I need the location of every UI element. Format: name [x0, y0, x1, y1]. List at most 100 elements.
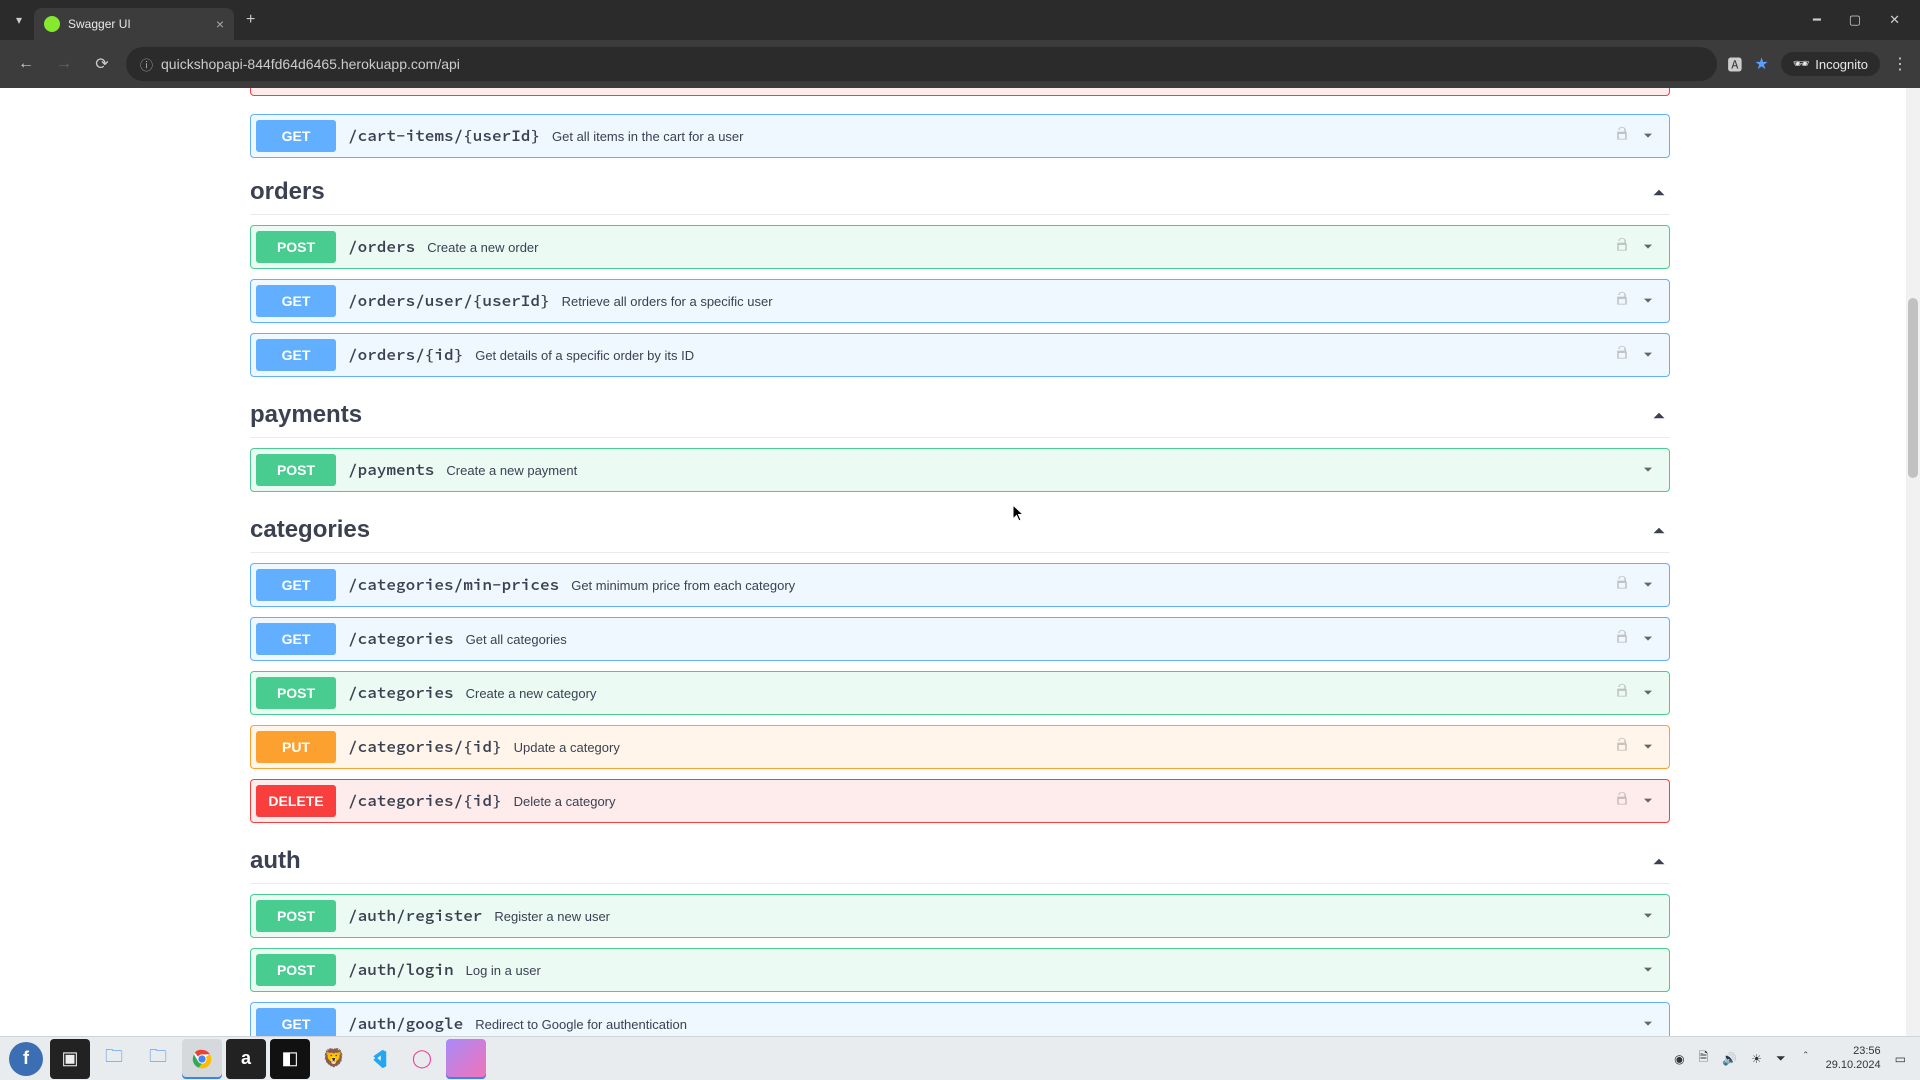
incognito-badge[interactable]: 🕶 Incognito	[1781, 52, 1880, 76]
chevron-up-icon[interactable]	[1648, 850, 1670, 872]
window-maximize-button[interactable]: ▢	[1843, 10, 1867, 30]
opblock-post-auth-login[interactable]: POST/auth/loginLog in a user	[250, 948, 1670, 992]
opblock-delete-categories--id-[interactable]: DELETE/categories/{id}Delete a category	[250, 779, 1670, 823]
site-info-icon[interactable]: ⓘ	[140, 55, 153, 74]
nav-reload-button[interactable]: ⟳	[88, 50, 116, 78]
tag-header-auth[interactable]: auth	[250, 837, 1670, 884]
endpoint-desc: Get all items in the cart for a user	[552, 129, 743, 144]
method-badge: POST	[256, 454, 336, 486]
chevron-down-icon[interactable]	[1640, 631, 1656, 647]
tag-title: orders	[250, 178, 325, 206]
opblock-post-payments[interactable]: POST/paymentsCreate a new payment	[250, 448, 1670, 492]
tray-clock[interactable]: 23:56 29.10.2024	[1826, 1045, 1881, 1073]
window-minimize-button[interactable]: ━	[1807, 10, 1827, 30]
taskbar-app-palette[interactable]	[446, 1039, 486, 1079]
auth-lock-icon[interactable]	[1614, 682, 1630, 705]
method-badge: POST	[256, 677, 336, 709]
auth-lock-icon[interactable]	[1614, 736, 1630, 759]
window-close-button[interactable]: ✕	[1883, 10, 1906, 30]
tray-brightness-icon[interactable]: ☀	[1751, 1052, 1762, 1066]
scrollbar-thumb[interactable]	[1908, 298, 1918, 478]
tray-record-icon[interactable]: ◉	[1674, 1052, 1684, 1066]
endpoint-desc: Update a category	[514, 740, 620, 755]
chevron-down-icon[interactable]	[1640, 293, 1656, 309]
tray-volume-icon[interactable]: 🔊	[1722, 1052, 1737, 1066]
method-badge: GET	[256, 120, 336, 152]
browser-tab-active[interactable]: Swagger UI ×	[34, 8, 234, 40]
taskbar-files-1[interactable]: 🗀	[94, 1039, 134, 1079]
auth-lock-icon[interactable]	[1614, 290, 1630, 313]
chevron-down-icon[interactable]	[1640, 908, 1656, 924]
taskbar-app-circle[interactable]: ◯	[402, 1039, 442, 1079]
opblock-get-orders--id-[interactable]: GET/orders/{id}Get details of a specific…	[250, 333, 1670, 377]
method-badge: POST	[256, 954, 336, 986]
chevron-down-icon[interactable]	[1640, 462, 1656, 478]
browser-titlebar: ▾ Swagger UI × + ━ ▢ ✕	[0, 0, 1920, 40]
translate-icon[interactable]: 🅰	[1727, 54, 1742, 75]
taskbar-files-2[interactable]: 🗀	[138, 1039, 178, 1079]
tab-title: Swagger UI	[68, 17, 131, 31]
endpoint-desc: Create a new category	[466, 686, 597, 701]
auth-lock-icon[interactable]	[1614, 628, 1630, 651]
endpoint-path: /categories	[336, 683, 466, 703]
opblock-post-auth-register[interactable]: POST/auth/registerRegister a new user	[250, 894, 1670, 938]
chevron-down-icon[interactable]	[1640, 347, 1656, 363]
endpoint-desc: Get minimum price from each category	[571, 578, 795, 593]
chevron-up-icon[interactable]	[1648, 181, 1670, 203]
url-input[interactable]: ⓘ quickshopapi-844fd64d6465.herokuapp.co…	[126, 47, 1717, 81]
tag-header-payments[interactable]: payments	[250, 391, 1670, 438]
vertical-scrollbar[interactable]	[1906, 88, 1920, 1036]
page-viewport: GET /cart-items/{userId} Get all items i…	[0, 88, 1920, 1036]
tray-chevron-icon[interactable]: ＾	[1800, 1050, 1812, 1067]
fedora-start-button[interactable]: f	[6, 1039, 46, 1079]
chevron-down-icon[interactable]	[1640, 239, 1656, 255]
auth-lock-icon[interactable]	[1614, 344, 1630, 367]
taskbar-chrome[interactable]	[182, 1039, 222, 1079]
opblock-post-orders[interactable]: POST/ordersCreate a new order	[250, 225, 1670, 269]
nav-back-button[interactable]: ←	[12, 50, 40, 78]
auth-lock-icon[interactable]	[1614, 790, 1630, 813]
endpoint-path: /categories/{id}	[336, 791, 514, 811]
taskbar-vscode[interactable]	[358, 1039, 398, 1079]
bookmark-icon[interactable]: ★	[1754, 54, 1768, 74]
tray-network-icon[interactable]: ⏷	[1776, 1051, 1786, 1066]
opblock-partial-top[interactable]	[250, 88, 1670, 96]
chevron-down-icon[interactable]	[1640, 793, 1656, 809]
tag-header-categories[interactable]: categories	[250, 506, 1670, 553]
close-tab-icon[interactable]: ×	[216, 16, 224, 32]
opblock-cart-items-userid[interactable]: GET /cart-items/{userId} Get all items i…	[250, 114, 1670, 158]
browser-menu-button[interactable]: ⋮	[1892, 54, 1908, 74]
chevron-up-icon[interactable]	[1648, 519, 1670, 541]
chevron-up-icon[interactable]	[1648, 404, 1670, 426]
chevron-down-icon[interactable]	[1640, 1016, 1656, 1032]
endpoint-path: /auth/google	[336, 1014, 475, 1034]
endpoint-path: /orders	[336, 237, 427, 257]
taskbar-app-square[interactable]: ◧	[270, 1039, 310, 1079]
tray-battery-icon[interactable]: 🗎	[1699, 1048, 1709, 1069]
chevron-down-icon[interactable]	[1640, 739, 1656, 755]
tab-search-dropdown[interactable]: ▾	[8, 9, 30, 31]
opblock-put-categories--id-[interactable]: PUT/categories/{id}Update a category	[250, 725, 1670, 769]
auth-lock-icon[interactable]	[1614, 574, 1630, 597]
nav-forward-button[interactable]: →	[50, 50, 78, 78]
taskbar-app-a[interactable]: a	[226, 1039, 266, 1079]
opblock-get-auth-google[interactable]: GET/auth/googleRedirect to Google for au…	[250, 1002, 1670, 1036]
chevron-down-icon[interactable]	[1640, 128, 1656, 144]
chevron-down-icon[interactable]	[1640, 962, 1656, 978]
method-badge: GET	[256, 285, 336, 317]
auth-lock-icon[interactable]	[1614, 125, 1630, 148]
taskbar-brave[interactable]: 🦁	[314, 1039, 354, 1079]
opblock-get-categories[interactable]: GET/categoriesGet all categories	[250, 617, 1670, 661]
new-tab-button[interactable]: +	[238, 11, 263, 29]
opblock-get-orders-user--userId-[interactable]: GET/orders/user/{userId}Retrieve all ord…	[250, 279, 1670, 323]
tray-notifications-icon[interactable]: ▭	[1895, 1052, 1906, 1066]
chevron-down-icon[interactable]	[1640, 685, 1656, 701]
auth-lock-icon[interactable]	[1614, 236, 1630, 259]
chevron-down-icon[interactable]	[1640, 577, 1656, 593]
tag-header-orders[interactable]: orders	[250, 168, 1670, 215]
endpoint-desc: Create a new order	[427, 240, 538, 255]
opblock-post-categories[interactable]: POST/categoriesCreate a new category	[250, 671, 1670, 715]
taskbar-terminal[interactable]: ▣	[50, 1039, 90, 1079]
opblock-get-categories-min-prices[interactable]: GET/categories/min-pricesGet minimum pri…	[250, 563, 1670, 607]
clock-date: 29.10.2024	[1826, 1059, 1881, 1073]
